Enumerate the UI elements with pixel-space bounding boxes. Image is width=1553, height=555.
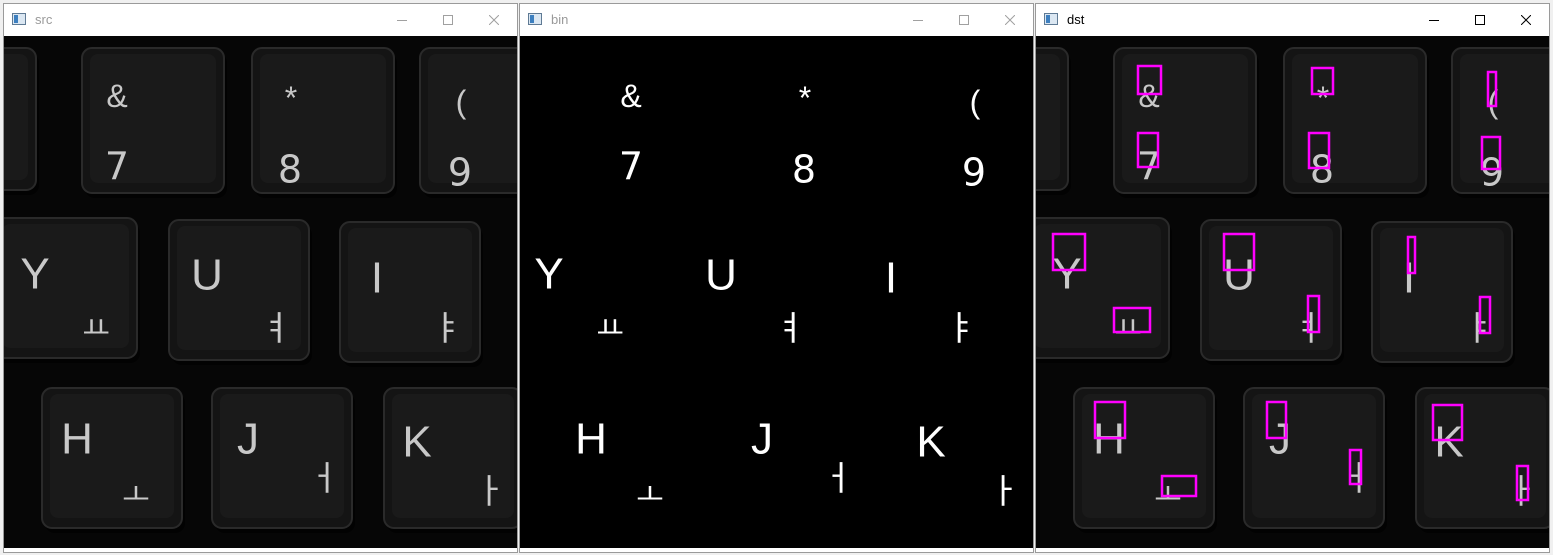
- key-label-bottom: ㅓ: [822, 459, 853, 499]
- key-label-bottom: ㅏ: [1506, 472, 1537, 512]
- minimize-icon: [913, 20, 923, 21]
- key-label-top: &: [106, 78, 127, 114]
- key-label-bottom: ㅓ: [1340, 459, 1371, 499]
- key-label-top: U: [191, 250, 223, 299]
- maximize-icon: [1475, 15, 1485, 25]
- key-label-bottom: ㅕ: [260, 309, 291, 349]
- minimize-button[interactable]: [895, 4, 941, 36]
- app-icon: [1044, 13, 1058, 25]
- key-label-bottom: ㅑ: [945, 309, 976, 349]
- close-icon: [1005, 15, 1015, 25]
- binary-background: [520, 36, 1033, 548]
- window-title: bin: [551, 12, 569, 27]
- key-label-top: I: [371, 253, 383, 302]
- key-label-bottom: ㅓ: [308, 459, 339, 499]
- binary-image: & 7 * 8 (9 Yㅛ Uㅕ I ㅑ Hㅗ J ㅓ K ㅏ: [520, 36, 1033, 548]
- key-label-top: J: [751, 414, 773, 463]
- key-label-bottom: 9: [962, 150, 986, 194]
- key-label-bottom: 7: [105, 144, 129, 188]
- close-button[interactable]: [987, 4, 1033, 36]
- app-icon: [12, 13, 26, 25]
- key-label-bottom: ㅏ: [988, 472, 1019, 512]
- key-face: [1036, 54, 1060, 180]
- app-icon: [528, 13, 542, 25]
- minimize-icon: [397, 20, 407, 21]
- key-label-bottom: ㅛ: [82, 312, 110, 347]
- key-label-top: J: [237, 414, 259, 463]
- key-label-bottom: 9: [448, 150, 472, 194]
- key-label-top: Y: [20, 249, 49, 298]
- key-label-top: Y: [1052, 249, 1081, 298]
- window-src[interactable]: src & 7 * 8 (9 Y ㅛ U ㅕ I ㅑ H ㅗ J ㅓ K ㅏ: [4, 4, 517, 552]
- key-label-bottom: 7: [619, 144, 643, 188]
- image-canvas-dst: & 7 * 8(9 Y ㅛ U ㅕ I ㅑ H ㅗ J ㅓ K ㅏ: [1036, 36, 1549, 548]
- title-bar[interactable]: src: [4, 4, 517, 36]
- key-label-top: K: [916, 417, 945, 466]
- key-face: [1460, 54, 1549, 183]
- maximize-icon: [959, 15, 969, 25]
- title-bar[interactable]: dst: [1036, 4, 1549, 36]
- key-label-bottom: ㅗ: [636, 479, 664, 514]
- window-title: dst: [1067, 12, 1085, 27]
- maximize-button[interactable]: [425, 4, 471, 36]
- keyboard-photo-with-boxes: &7*8(9YㅛUㅕIㅑHㅗJㅓKㅏ: [1036, 36, 1549, 548]
- key-label-bottom: ㅕ: [774, 309, 805, 349]
- window-dst[interactable]: dst & 7 * 8(9 Y ㅛ U ㅕ I ㅑ H ㅗ J ㅓ K ㅏ: [1036, 4, 1549, 552]
- key-label-bottom: ㅏ: [474, 472, 505, 512]
- image-canvas-src: & 7 * 8 (9 Y ㅛ U ㅕ I ㅑ H ㅗ J ㅓ K ㅏ: [4, 36, 517, 548]
- minimize-icon: [1429, 20, 1439, 21]
- window-bin[interactable]: bin & 7 * 8 (9 Y ㅛ U ㅕ I ㅑ H ㅗ J ㅓ K ㅏ: [520, 4, 1033, 552]
- title-bar[interactable]: bin: [520, 4, 1033, 36]
- key-label-top: K: [1434, 417, 1463, 466]
- key-label-top: H: [61, 414, 93, 463]
- key-face: [4, 54, 28, 180]
- key-label-top: (: [456, 84, 467, 120]
- maximize-icon: [443, 15, 453, 25]
- maximize-button[interactable]: [941, 4, 987, 36]
- close-icon: [489, 15, 499, 25]
- key-label-bottom: 8: [1310, 147, 1334, 191]
- key-face: [428, 54, 517, 183]
- key-label-top: U: [705, 250, 737, 299]
- key-label-top: K: [402, 417, 431, 466]
- minimize-button[interactable]: [1411, 4, 1457, 36]
- key-label-bottom: 8: [278, 147, 302, 191]
- close-icon: [1521, 15, 1531, 25]
- key-label-top: H: [575, 414, 607, 463]
- maximize-button[interactable]: [1457, 4, 1503, 36]
- key-label-top: U: [1223, 250, 1255, 299]
- key-label-bottom: 8: [792, 147, 816, 191]
- key-label-top: I: [885, 253, 897, 302]
- key-label-top: *: [285, 80, 297, 116]
- key-label-bottom: ㅛ: [596, 312, 624, 347]
- key-label-top: *: [1317, 80, 1329, 116]
- keyboard-photo: & 7 * 8 (9 Yㅛ Uㅕ I ㅑ Hㅗ J ㅓ K ㅏ: [4, 36, 517, 548]
- key-label-top: &: [1138, 78, 1159, 114]
- key-label-top: (: [970, 84, 981, 120]
- key-label-top: Y: [534, 249, 563, 298]
- key-label-bottom: ㅑ: [431, 309, 462, 349]
- window-title: src: [35, 12, 53, 27]
- image-canvas-bin: & 7 * 8 (9 Y ㅛ U ㅕ I ㅑ H ㅗ J ㅓ K ㅏ: [520, 36, 1033, 548]
- minimize-button[interactable]: [379, 4, 425, 36]
- close-button[interactable]: [1503, 4, 1549, 36]
- key-label-bottom: ㅛ: [1114, 312, 1142, 347]
- key-label-top: *: [799, 80, 811, 116]
- key-label-top: &: [620, 78, 641, 114]
- close-button[interactable]: [471, 4, 517, 36]
- key-label-bottom: ㅗ: [122, 479, 150, 514]
